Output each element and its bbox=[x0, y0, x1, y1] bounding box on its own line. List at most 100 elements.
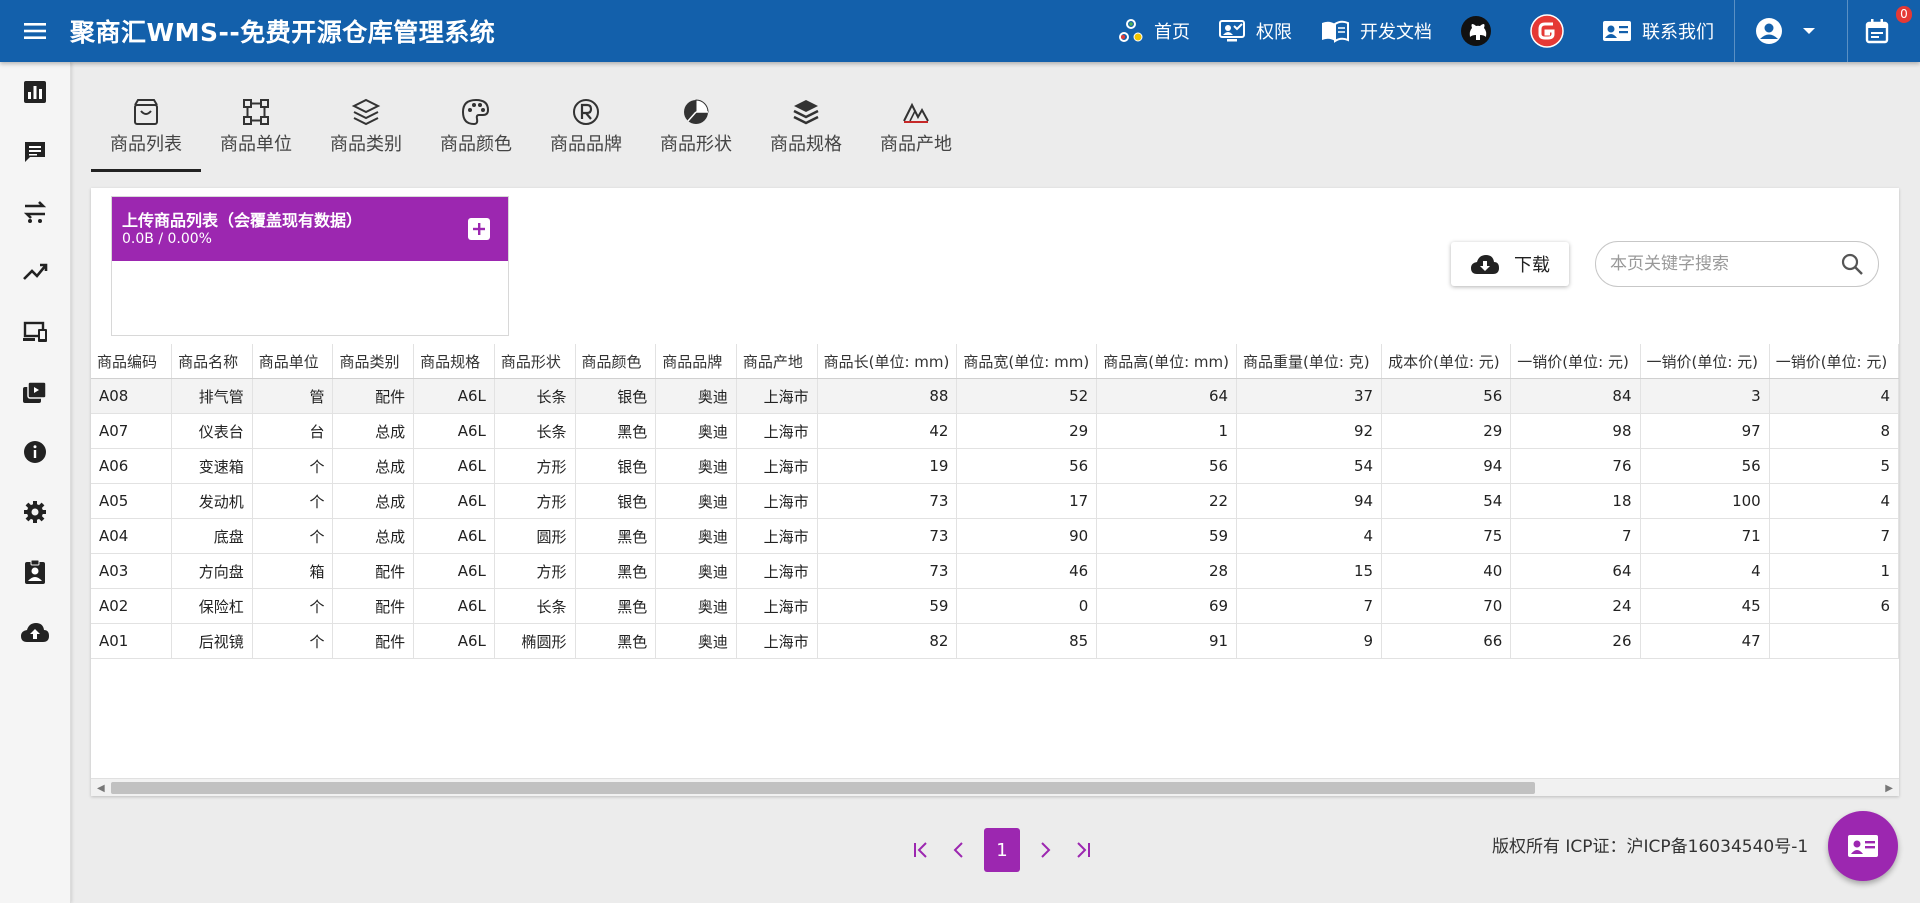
table-cell[interactable]: 15 bbox=[1236, 553, 1383, 589]
table-cell[interactable]: A04 bbox=[91, 518, 173, 554]
table-cell[interactable]: 9 bbox=[1236, 623, 1383, 659]
table-cell[interactable]: A07 bbox=[91, 413, 173, 449]
table-cell[interactable]: A6L bbox=[413, 623, 495, 659]
column-header[interactable]: 商品宽(单位: mm) bbox=[956, 344, 1098, 379]
table-cell[interactable]: 94 bbox=[1381, 448, 1512, 484]
table-cell[interactable]: 长条 bbox=[494, 588, 576, 624]
table-cell[interactable]: 个 bbox=[252, 518, 334, 554]
table-cell[interactable]: 银色 bbox=[575, 378, 657, 414]
scroll-right-arrow-icon[interactable]: ▶ bbox=[1885, 783, 1893, 794]
next-page-button[interactable] bbox=[1026, 828, 1064, 872]
sidebar-item-inventory[interactable] bbox=[0, 362, 70, 422]
table-cell[interactable]: 7 bbox=[1236, 588, 1383, 624]
table-cell[interactable]: 0 bbox=[956, 588, 1098, 624]
table-cell[interactable]: 69 bbox=[1096, 588, 1238, 624]
table-cell[interactable]: 24 bbox=[1510, 588, 1641, 624]
table-cell[interactable]: 上海市 bbox=[736, 623, 818, 659]
table-cell[interactable]: 75 bbox=[1381, 518, 1512, 554]
table-cell[interactable]: 上海市 bbox=[736, 378, 818, 414]
table-cell[interactable]: 64 bbox=[1096, 378, 1238, 414]
table-cell[interactable]: 1 bbox=[1096, 413, 1238, 449]
table-cell[interactable]: 42 bbox=[817, 413, 958, 449]
gitee-link[interactable] bbox=[1516, 0, 1588, 62]
sidebar-item-devices[interactable] bbox=[0, 302, 70, 362]
table-cell[interactable]: 97 bbox=[1640, 413, 1770, 449]
table-cell[interactable]: 37 bbox=[1236, 378, 1383, 414]
tab-goods-specs[interactable]: 商品规格 bbox=[751, 92, 861, 172]
contact-fab-button[interactable] bbox=[1828, 811, 1898, 881]
table-cell[interactable]: 长条 bbox=[494, 413, 576, 449]
table-cell[interactable]: 6 bbox=[1769, 588, 1899, 624]
table-cell[interactable]: 40 bbox=[1381, 553, 1512, 589]
column-header[interactable]: 商品规格 bbox=[413, 344, 495, 379]
table-cell[interactable]: A6L bbox=[413, 448, 495, 484]
scrollbar-thumb[interactable] bbox=[111, 782, 1535, 794]
table-cell[interactable]: 4 bbox=[1769, 378, 1899, 414]
table-cell[interactable]: A03 bbox=[91, 553, 173, 589]
table-cell[interactable]: 方向盘 bbox=[171, 553, 253, 589]
table-cell[interactable]: 总成 bbox=[332, 413, 415, 449]
column-header[interactable]: 商品类别 bbox=[332, 344, 415, 379]
scroll-left-arrow-icon[interactable]: ◀ bbox=[97, 783, 105, 794]
column-header[interactable]: 商品高(单位: mm) bbox=[1096, 344, 1238, 379]
tab-goods-class[interactable]: 商品类别 bbox=[311, 92, 421, 172]
table-cell[interactable]: 76 bbox=[1510, 448, 1641, 484]
table-cell[interactable]: 7 bbox=[1510, 518, 1641, 554]
table-cell[interactable]: 29 bbox=[1381, 413, 1512, 449]
column-header[interactable]: 一销价(单位: 元) bbox=[1640, 344, 1770, 379]
tab-goods-color[interactable]: 商品颜色 bbox=[421, 92, 531, 172]
table-cell[interactable]: 黑色 bbox=[575, 588, 657, 624]
table-cell[interactable]: 54 bbox=[1236, 448, 1383, 484]
table-cell[interactable]: 56 bbox=[1096, 448, 1238, 484]
table-cell[interactable]: A6L bbox=[413, 413, 495, 449]
github-link[interactable] bbox=[1446, 0, 1516, 62]
table-cell[interactable]: A6L bbox=[413, 483, 495, 519]
menu-button[interactable] bbox=[0, 0, 70, 62]
nav-docs[interactable]: 开发文档 bbox=[1306, 0, 1446, 62]
table-cell[interactable] bbox=[1769, 623, 1899, 659]
table-cell[interactable]: 配件 bbox=[332, 623, 415, 659]
table-cell[interactable]: 73 bbox=[817, 553, 958, 589]
table-cell[interactable]: 52 bbox=[956, 378, 1098, 414]
table-cell[interactable]: 19 bbox=[817, 448, 958, 484]
table-cell[interactable]: 个 bbox=[252, 588, 334, 624]
horizontal-scrollbar[interactable]: ◀ ▶ bbox=[91, 778, 1899, 796]
column-header[interactable]: 商品形状 bbox=[494, 344, 576, 379]
table-cell[interactable]: 28 bbox=[1096, 553, 1238, 589]
nav-home[interactable]: 首页 bbox=[1104, 0, 1204, 62]
table-cell[interactable]: 后视镜 bbox=[171, 623, 253, 659]
table-cell[interactable]: 82 bbox=[817, 623, 958, 659]
table-cell[interactable]: 黑色 bbox=[575, 623, 657, 659]
table-cell[interactable]: 94 bbox=[1236, 483, 1383, 519]
table-cell[interactable]: 56 bbox=[1640, 448, 1770, 484]
column-header[interactable]: 商品品牌 bbox=[655, 344, 737, 379]
last-page-button[interactable] bbox=[1064, 828, 1102, 872]
table-row[interactable]: A04 底盘个总成 A6L 圆形 黑色 奥迪 上海市 73 90 59 4 75 7 71 7 bbox=[91, 518, 1899, 554]
table-cell[interactable]: 17 bbox=[956, 483, 1098, 519]
table-cell[interactable]: 4 bbox=[1769, 483, 1899, 519]
table-cell[interactable]: 方形 bbox=[494, 553, 576, 589]
table-cell[interactable]: A05 bbox=[91, 483, 173, 519]
table-row[interactable]: A03 方向盘箱配件 A6L 方形 黑色 奥迪 上海市 73 46 28 15 40 64 4 1 bbox=[91, 553, 1899, 589]
table-cell[interactable]: 保险杠 bbox=[171, 588, 253, 624]
table-cell[interactable]: 5 bbox=[1769, 448, 1899, 484]
table-cell[interactable]: 排气管 bbox=[171, 378, 253, 414]
page-button-current[interactable]: 1 bbox=[984, 828, 1020, 872]
table-cell[interactable]: 变速箱 bbox=[171, 448, 253, 484]
sidebar-item-staff[interactable] bbox=[0, 542, 70, 602]
tab-goods-list[interactable]: 商品列表 bbox=[91, 92, 201, 172]
table-cell[interactable]: 总成 bbox=[332, 483, 415, 519]
table-cell[interactable]: 84 bbox=[1510, 378, 1641, 414]
table-cell[interactable]: 73 bbox=[817, 518, 958, 554]
table-row[interactable]: A07 仪表台台总成 A6L 长条 黑色 奥迪 上海市 42 29 1 92 29 98 97 8 bbox=[91, 413, 1899, 449]
column-header[interactable]: 商品名称 bbox=[171, 344, 253, 379]
table-cell[interactable]: 98 bbox=[1510, 413, 1641, 449]
table-cell[interactable]: 4 bbox=[1236, 518, 1383, 554]
sidebar-item-info[interactable] bbox=[0, 422, 70, 482]
table-cell[interactable]: 奥迪 bbox=[655, 413, 737, 449]
table-cell[interactable]: 管 bbox=[252, 378, 334, 414]
table-cell[interactable]: 56 bbox=[1381, 378, 1512, 414]
table-cell[interactable]: A6L bbox=[413, 588, 495, 624]
table-cell[interactable]: 3 bbox=[1640, 378, 1770, 414]
table-cell[interactable]: A06 bbox=[91, 448, 173, 484]
